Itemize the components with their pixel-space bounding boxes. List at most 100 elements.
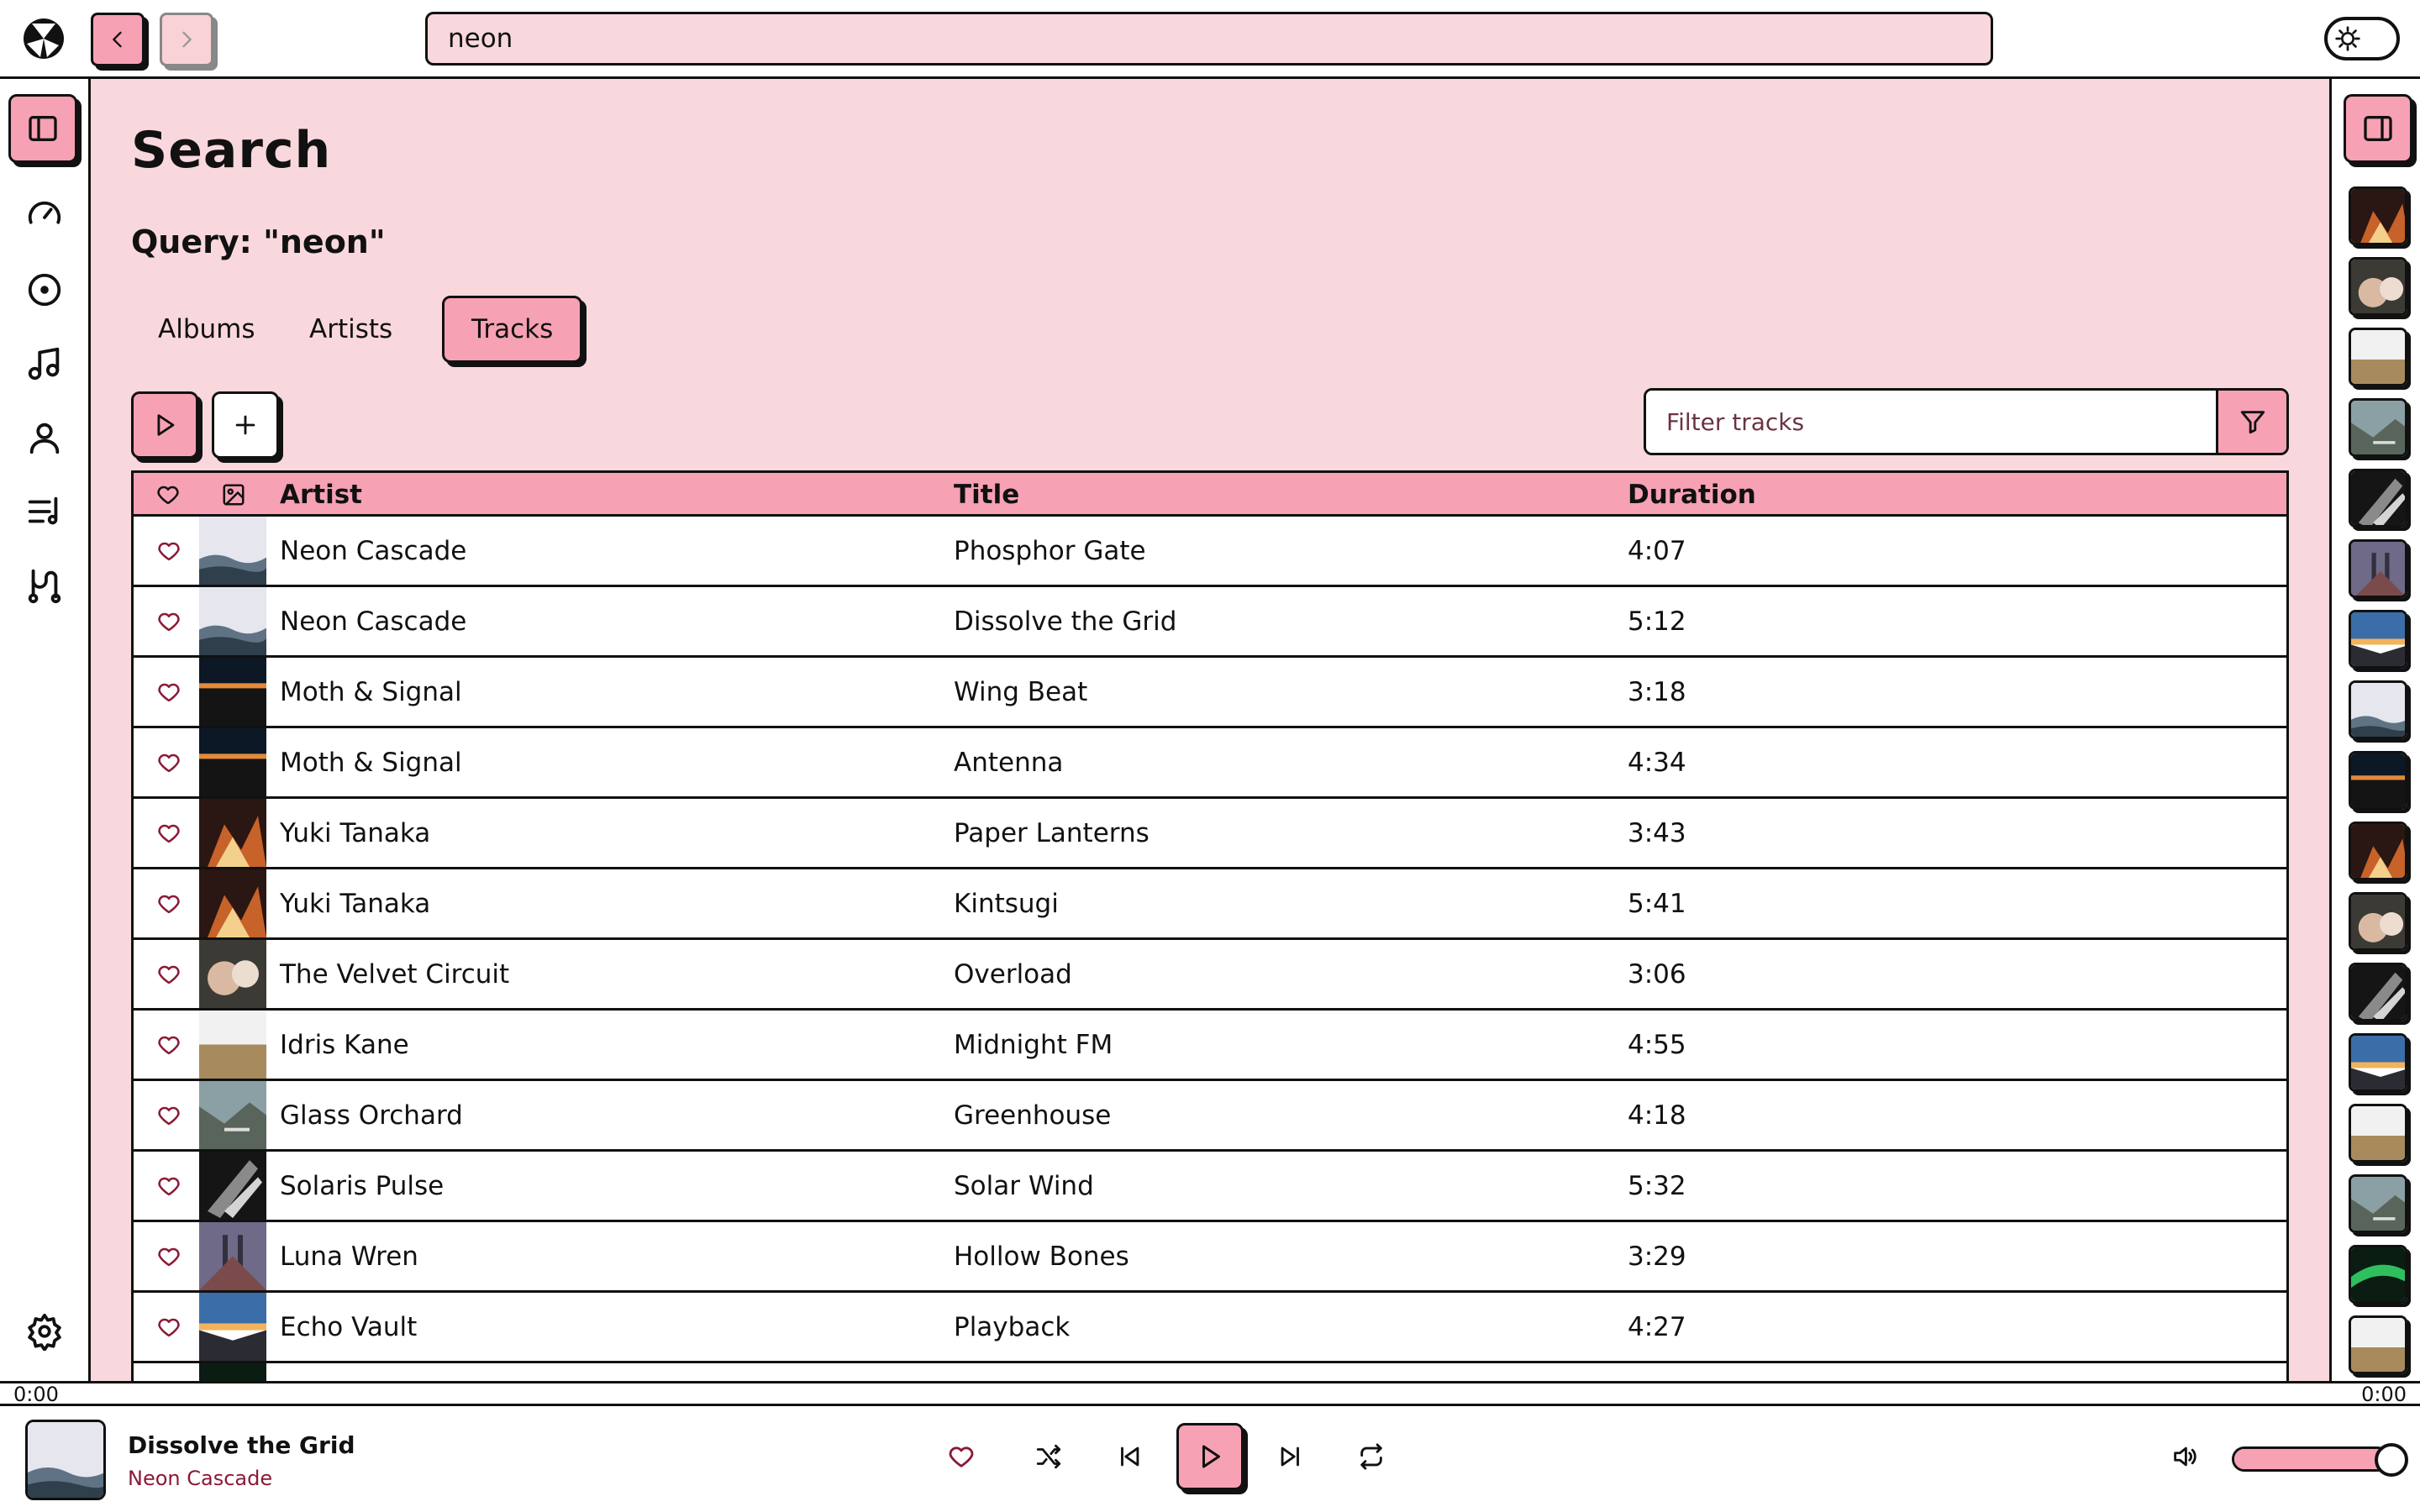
- volume-slider[interactable]: [2232, 1446, 2390, 1472]
- favorite-heart-icon[interactable]: [152, 1293, 186, 1361]
- table-row[interactable]: [134, 1363, 2286, 1381]
- favorite-heart-icon[interactable]: [152, 940, 186, 1008]
- table-row[interactable]: Neon Cascade Dissolve the Grid 5:12: [134, 587, 2286, 658]
- volume-icon[interactable]: [2166, 1438, 2203, 1475]
- queue-thumbnail[interactable]: [2349, 822, 2407, 880]
- queue-thumbnail[interactable]: [2349, 469, 2407, 528]
- favorite-heart-icon[interactable]: [152, 799, 186, 867]
- queue-thumbnail[interactable]: [2349, 1245, 2407, 1304]
- queue-thumbnail[interactable]: [2349, 1033, 2407, 1092]
- now-playing-artist[interactable]: Neon Cascade: [128, 1467, 272, 1490]
- tab-tracks[interactable]: Tracks: [442, 296, 583, 363]
- favorite-heart-icon[interactable]: [152, 658, 186, 726]
- track-title[interactable]: Overload: [954, 940, 1072, 1008]
- header-duration[interactable]: Duration: [1628, 473, 1756, 517]
- favorite-heart-icon[interactable]: [152, 587, 186, 655]
- back-button[interactable]: [91, 13, 145, 66]
- queue-thumbnail[interactable]: [2349, 680, 2407, 739]
- header-title[interactable]: Title: [954, 473, 1019, 517]
- queue-thumbnail[interactable]: [2349, 1315, 2407, 1374]
- favorite-heart-icon[interactable]: [152, 1152, 186, 1220]
- forward-button[interactable]: [160, 13, 213, 66]
- table-row[interactable]: Moth & Signal Wing Beat 3:18: [134, 658, 2286, 728]
- track-artist[interactable]: Luna Wren: [280, 1222, 418, 1290]
- play-all-button[interactable]: [131, 391, 198, 459]
- track-title[interactable]: Kintsugi: [954, 869, 1059, 937]
- track-artist[interactable]: Solaris Pulse: [280, 1152, 444, 1220]
- track-title[interactable]: Antenna: [954, 728, 1063, 796]
- nav-dashboard-icon[interactable]: [25, 197, 64, 235]
- previous-track-icon[interactable]: [1111, 1438, 1148, 1475]
- track-artist[interactable]: Idris Kane: [280, 1011, 409, 1079]
- table-row[interactable]: Neon Cascade Phosphor Gate 4:07: [134, 517, 2286, 587]
- theme-toggle[interactable]: [2324, 17, 2400, 60]
- queue-thumbnail[interactable]: [2349, 892, 2407, 951]
- track-artist[interactable]: Yuki Tanaka: [280, 869, 430, 937]
- queue-thumbnail[interactable]: [2349, 1174, 2407, 1233]
- shuffle-icon[interactable]: [1030, 1438, 1067, 1475]
- track-title[interactable]: Playback: [954, 1293, 1070, 1361]
- queue-thumbnail[interactable]: [2349, 186, 2407, 245]
- favorite-heart-icon[interactable]: [152, 1081, 186, 1149]
- right-panel-toggle-button[interactable]: [2344, 94, 2412, 163]
- queue-thumbnail[interactable]: [2349, 328, 2407, 386]
- track-title[interactable]: Phosphor Gate: [954, 517, 1146, 585]
- track-title[interactable]: Wing Beat: [954, 658, 1087, 726]
- queue-thumbnail[interactable]: [2349, 751, 2407, 810]
- queue-thumbnail[interactable]: [2349, 1104, 2407, 1163]
- play-pause-button[interactable]: [1176, 1423, 1244, 1490]
- track-artist[interactable]: Echo Vault: [280, 1293, 417, 1361]
- header-artist[interactable]: Artist: [280, 473, 362, 517]
- volume-slider-handle[interactable]: [2375, 1443, 2408, 1477]
- repeat-icon[interactable]: [1353, 1438, 1390, 1475]
- search-input[interactable]: neon: [425, 12, 1993, 66]
- table-row[interactable]: Yuki Tanaka Paper Lanterns 3:43: [134, 799, 2286, 869]
- filter-button[interactable]: [2216, 391, 2286, 453]
- next-track-icon[interactable]: [1272, 1438, 1309, 1475]
- tab-albums[interactable]: Albums: [131, 296, 282, 363]
- track-title[interactable]: Paper Lanterns: [954, 799, 1150, 867]
- left-panel-toggle-button[interactable]: [8, 94, 77, 163]
- track-artist[interactable]: Neon Cascade: [280, 587, 466, 655]
- queue-thumbnail[interactable]: [2349, 539, 2407, 598]
- table-row[interactable]: Solaris Pulse Solar Wind 5:32: [134, 1152, 2286, 1222]
- track-title[interactable]: Dissolve the Grid: [954, 587, 1176, 655]
- table-row[interactable]: Glass Orchard Greenhouse 4:18: [134, 1081, 2286, 1152]
- queue-thumbnail[interactable]: [2349, 610, 2407, 669]
- table-row[interactable]: Moth & Signal Antenna 4:34: [134, 728, 2286, 799]
- track-artist[interactable]: Yuki Tanaka: [280, 799, 430, 867]
- track-title[interactable]: Solar Wind: [954, 1152, 1094, 1220]
- track-artist[interactable]: Moth & Signal: [280, 658, 462, 726]
- table-row[interactable]: Echo Vault Playback 4:27: [134, 1293, 2286, 1363]
- track-artist[interactable]: Moth & Signal: [280, 728, 462, 796]
- nav-artists-icon[interactable]: [25, 418, 64, 457]
- track-title[interactable]: Greenhouse: [954, 1081, 1111, 1149]
- queue-thumbnail[interactable]: [2349, 257, 2407, 316]
- favorite-heart-icon[interactable]: [152, 517, 186, 585]
- progress-bar[interactable]: 0:00 0:00: [0, 1381, 2420, 1406]
- track-title[interactable]: Hollow Bones: [954, 1222, 1129, 1290]
- favorite-heart-icon[interactable]: [152, 869, 186, 937]
- filter-tracks-input[interactable]: [1646, 391, 2216, 453]
- track-artist[interactable]: The Velvet Circuit: [280, 940, 509, 1008]
- nav-albums-icon[interactable]: [25, 270, 64, 309]
- favorite-heart-icon[interactable]: [152, 1363, 186, 1381]
- add-to-queue-button[interactable]: [212, 391, 279, 459]
- track-title[interactable]: Midnight FM: [954, 1011, 1113, 1079]
- queue-thumbnail[interactable]: [2349, 963, 2407, 1021]
- queue-thumbnail[interactable]: [2349, 398, 2407, 457]
- tab-artists[interactable]: Artists: [282, 296, 419, 363]
- favorite-heart-icon[interactable]: [152, 728, 186, 796]
- favorite-heart-icon[interactable]: [152, 1011, 186, 1079]
- nav-route-icon[interactable]: [25, 566, 64, 605]
- track-artist[interactable]: Neon Cascade: [280, 517, 466, 585]
- settings-gear-icon[interactable]: [25, 1312, 64, 1351]
- track-artist[interactable]: Glass Orchard: [280, 1081, 463, 1149]
- nav-playlists-icon[interactable]: [25, 492, 64, 531]
- table-row[interactable]: Yuki Tanaka Kintsugi 5:41: [134, 869, 2286, 940]
- favorite-heart-icon[interactable]: [152, 1222, 186, 1290]
- table-row[interactable]: The Velvet Circuit Overload 3:06: [134, 940, 2286, 1011]
- nav-tracks-icon[interactable]: [25, 344, 64, 383]
- table-row[interactable]: Idris Kane Midnight FM 4:55: [134, 1011, 2286, 1081]
- table-row[interactable]: Luna Wren Hollow Bones 3:29: [134, 1222, 2286, 1293]
